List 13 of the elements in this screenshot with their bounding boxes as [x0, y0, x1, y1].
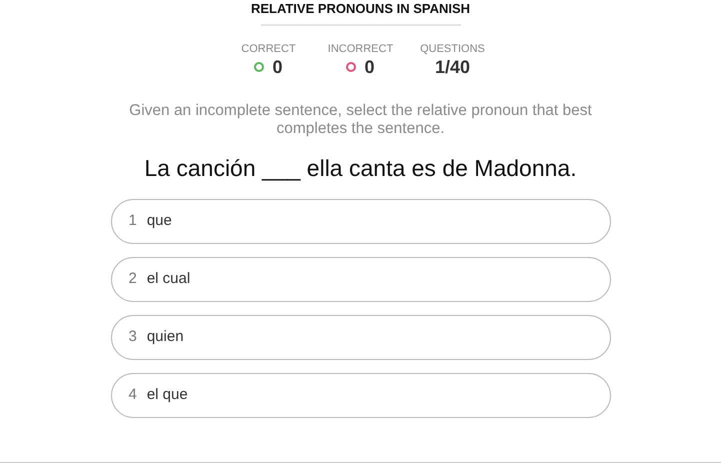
answer-option[interactable]: 2 el cual [110, 257, 610, 302]
instructions-text: Given an incomplete sentence, select the relative pronoun that best completes the sentence. [128, 102, 593, 138]
stat-value: 0 [272, 56, 282, 78]
question-text: La canción ___ ella canta es de Madonna. [143, 154, 578, 182]
stat-value: 1/40 [434, 56, 470, 78]
stat-label: INCORRECT [326, 42, 394, 56]
stat-label: QUESTIONS [419, 42, 486, 56]
stat-value: 0 [364, 56, 374, 78]
answer-option[interactable]: 1 que [110, 199, 610, 244]
answer-option[interactable]: 4 el que [110, 373, 610, 418]
answer-option[interactable]: 3 quien [110, 315, 610, 360]
stat-label: CORRECT [240, 42, 297, 56]
quiz-title: RELATIVE PRONOUNS IN SPANISH [250, 1, 472, 17]
